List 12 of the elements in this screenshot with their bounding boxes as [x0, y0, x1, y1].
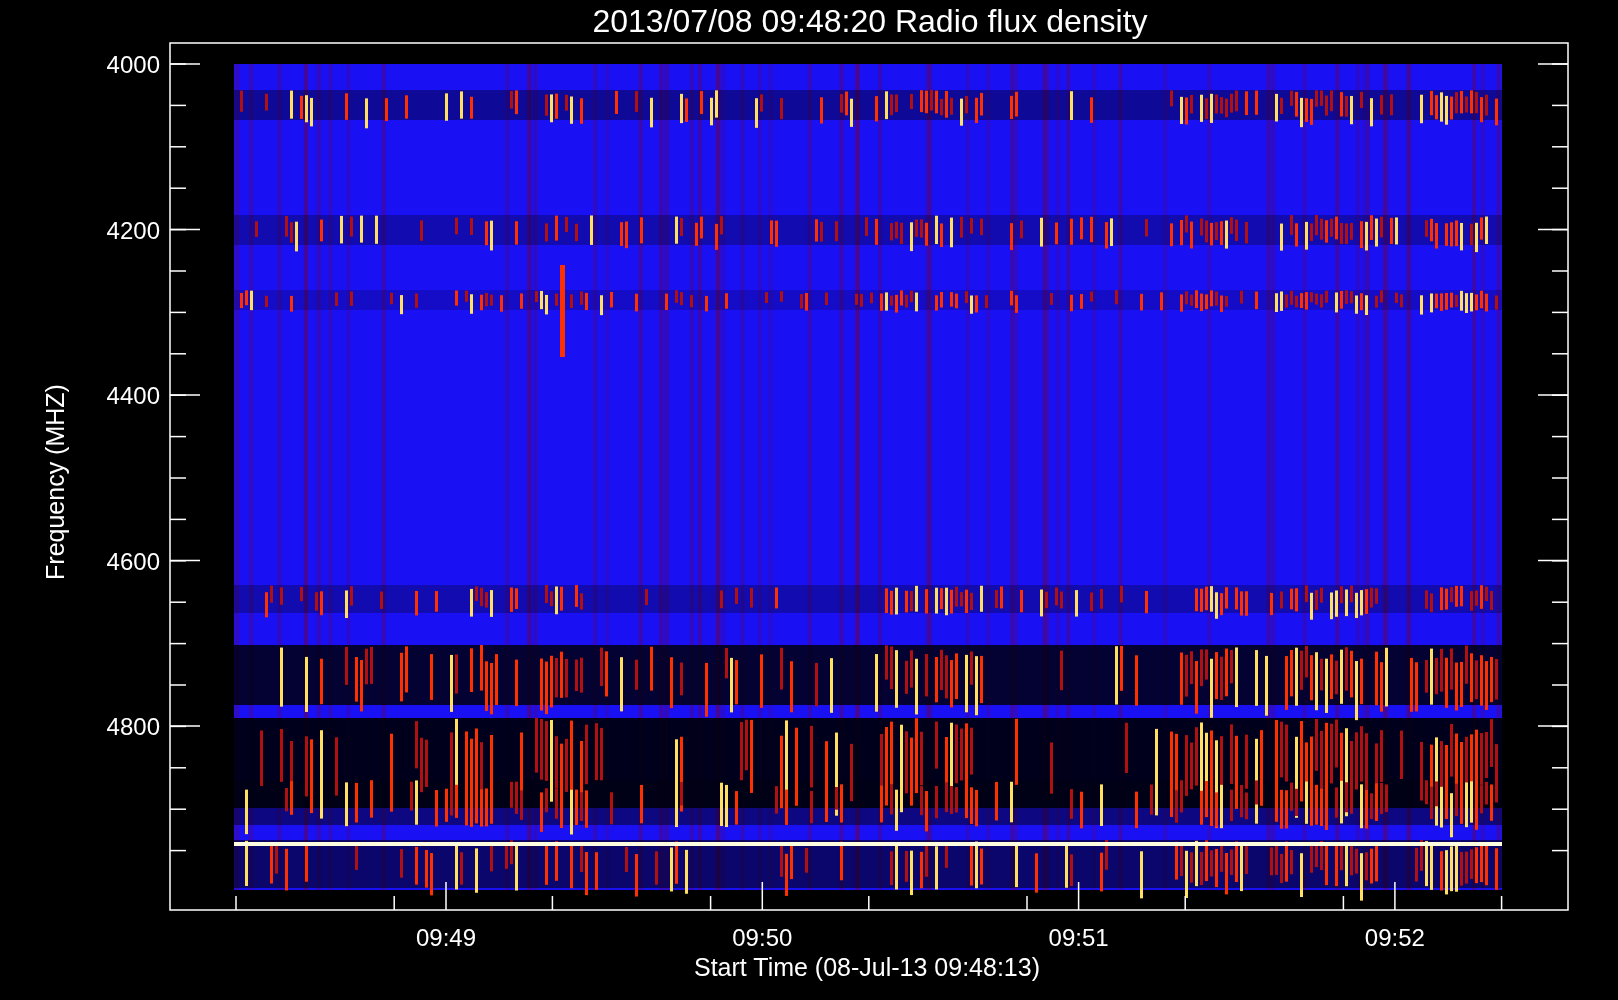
chart-title: 2013/07/08 09:48:20 Radio flux density	[592, 3, 1148, 39]
x-tick-label: 09:49	[415, 924, 477, 951]
y-tick-label: 4600	[106, 547, 160, 575]
y-tick-label: 4200	[106, 216, 160, 244]
x-tick-label: 09:50	[732, 924, 793, 951]
x-tick-label: 09:51	[1048, 924, 1109, 951]
y-tick-label: 4000	[106, 51, 160, 78]
y-tick-label: 4400	[106, 382, 160, 409]
x-tick-label: 09:52	[1364, 924, 1425, 951]
y-tick-label: 4800	[106, 713, 160, 740]
y-axis-label: Frequency (MHZ)	[41, 384, 69, 580]
x-axis-label: Start Time (08-Jul-13 09:48:13)	[694, 953, 1040, 981]
